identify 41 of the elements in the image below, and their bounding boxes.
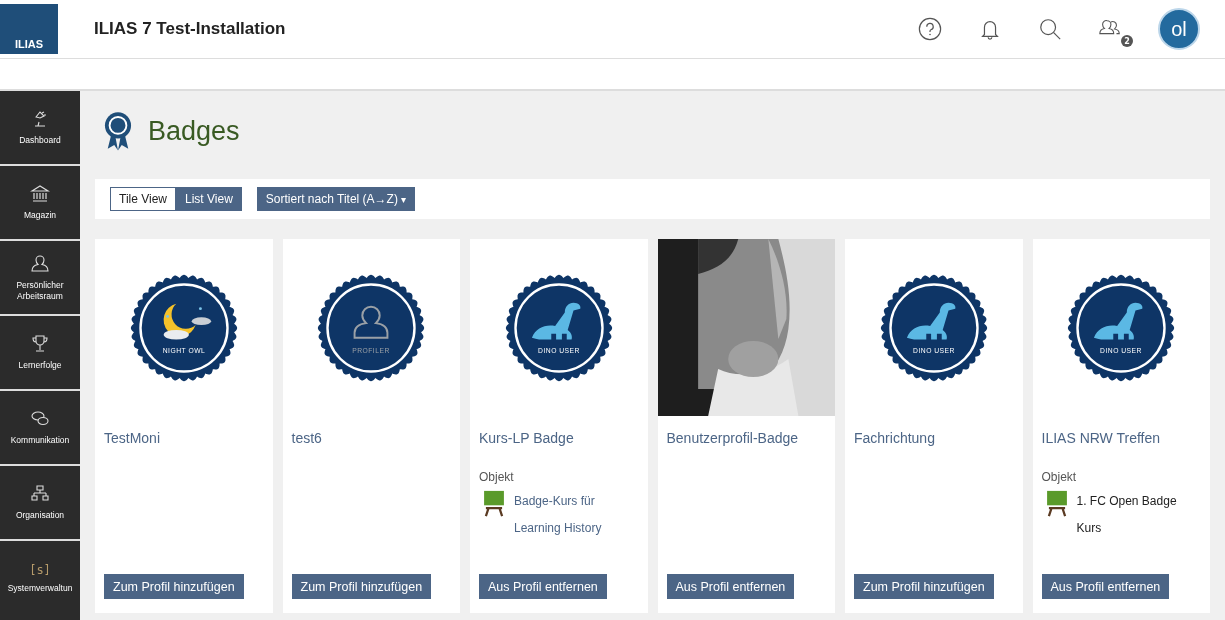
object-label: Objekt xyxy=(479,470,515,484)
sort-dropdown[interactable]: Sortiert nach Titel (A→Z) ▾ xyxy=(256,187,416,211)
sidebar-label: Dashboard xyxy=(19,135,61,146)
badge-title[interactable]: Benutzerprofil-Badge xyxy=(666,430,826,446)
help-icon[interactable] xyxy=(918,17,942,41)
user-icon xyxy=(30,254,50,275)
search-icon[interactable] xyxy=(1038,17,1062,41)
badge-title[interactable]: test6 xyxy=(291,430,451,446)
object-link[interactable]: Badge-Kurs für Learning History xyxy=(514,488,639,542)
object-title: 1. FC Open Badge Kurs xyxy=(1076,493,1178,537)
bank-icon xyxy=(30,184,50,205)
profile-button[interactable]: Zum Profil hinzufügen xyxy=(291,574,432,599)
badge-title[interactable]: TestMoni xyxy=(104,430,264,446)
sidebar-label: Systemverwaltun xyxy=(7,583,73,594)
site-title: ILIAS 7 Test-Installation xyxy=(94,19,286,39)
profile-button[interactable]: Aus Profil entfernen xyxy=(666,574,795,599)
easel-icon xyxy=(483,490,505,517)
badge-title[interactable]: ILIAS NRW Treffen xyxy=(1041,430,1201,446)
profile-button[interactable]: Zum Profil hinzufügen xyxy=(854,574,994,599)
logo[interactable]: ILIAS xyxy=(0,4,58,54)
sidebar-label: Kommunikation xyxy=(10,435,70,446)
trophy-icon xyxy=(30,334,50,355)
profile-button[interactable]: Zum Profil hinzufügen xyxy=(104,574,244,599)
notification-count: 2 xyxy=(1121,35,1133,47)
medal-icon xyxy=(104,111,132,151)
object-label: Objekt xyxy=(1041,470,1078,484)
admin-icon: [s] xyxy=(29,563,51,578)
sidebar-label: Persönlicher Arbeitsraum xyxy=(15,280,65,301)
sidebar-label: Lernerfolge xyxy=(18,360,62,371)
profile-button[interactable]: Aus Profil entfernen xyxy=(479,574,607,599)
sidebar-label: Organisation xyxy=(15,510,65,521)
page-title: Badges xyxy=(148,115,240,147)
badge-title[interactable]: Kurs-LP Badge xyxy=(479,430,639,446)
sidebar-item[interactable]: [s] Systemverwaltun xyxy=(0,541,80,616)
badge-title[interactable]: Fachrichtung xyxy=(854,430,1014,446)
view-toggle[interactable]: Tile View xyxy=(110,187,177,211)
view-toggle[interactable]: List View xyxy=(176,187,242,211)
user-avatar[interactable]: ol xyxy=(1158,8,1200,50)
profile-button[interactable]: Aus Profil entfernen xyxy=(1041,574,1170,599)
sidebar-label: Magazin xyxy=(23,210,57,221)
easel-icon xyxy=(1045,490,1068,517)
